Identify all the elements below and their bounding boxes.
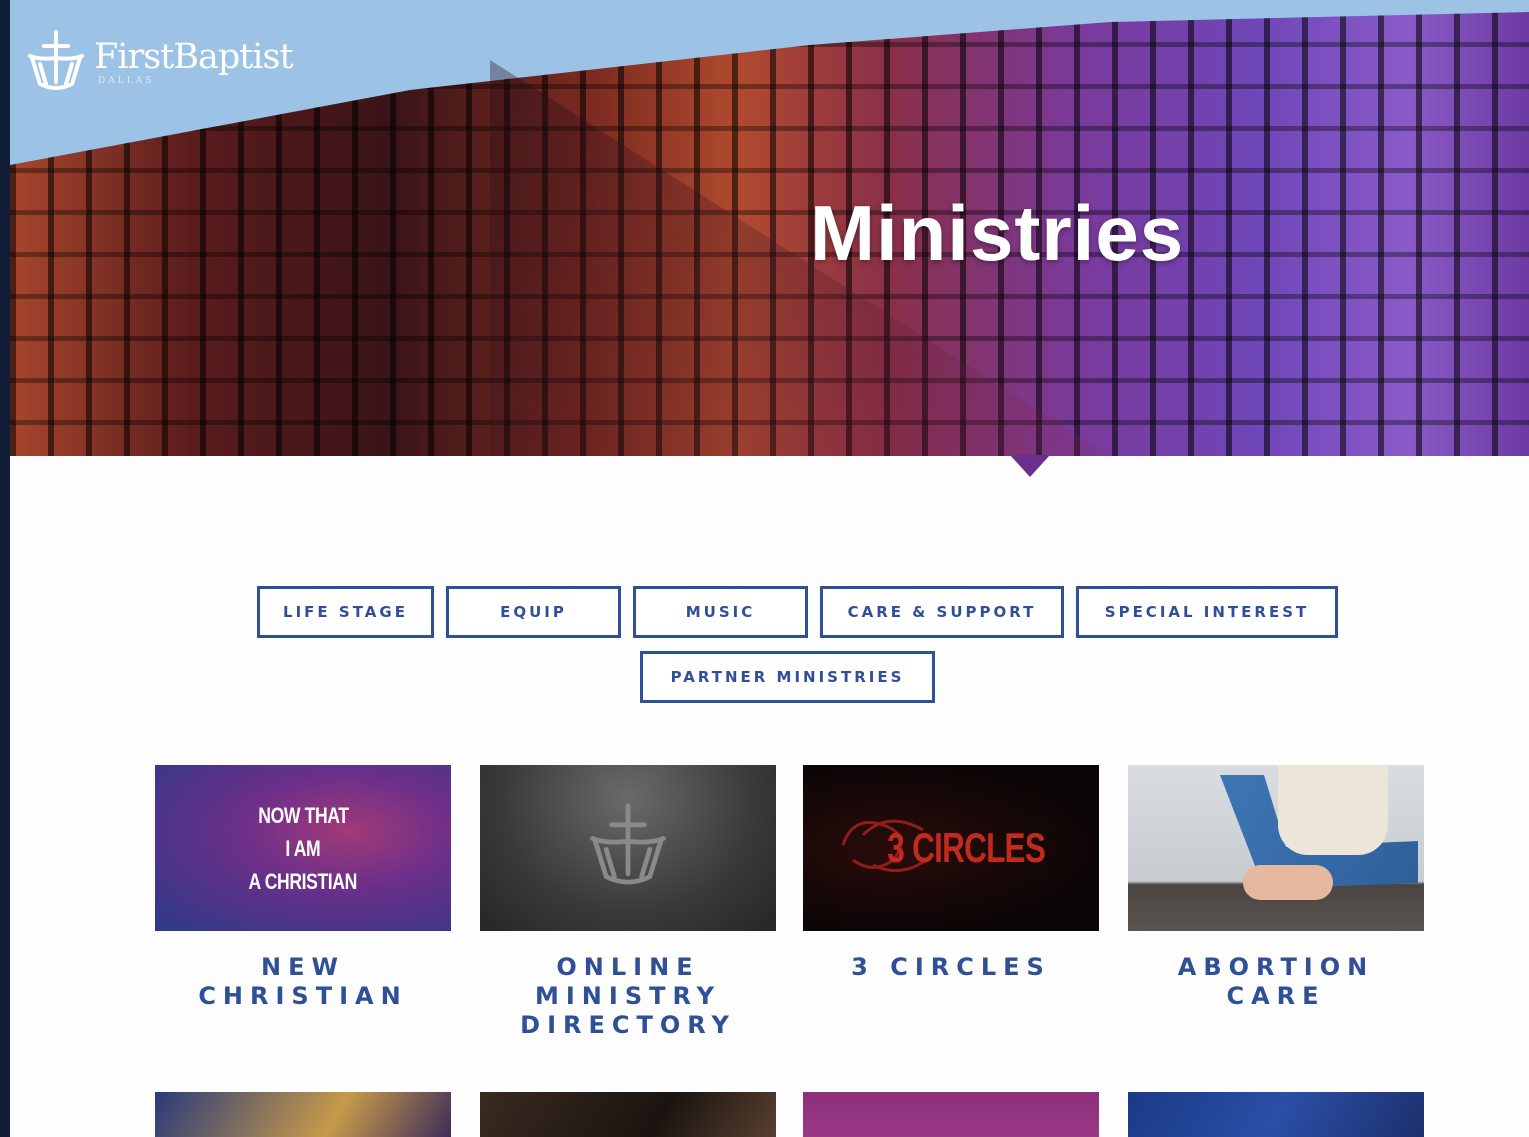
filter-row: LIFE STAGE EQUIP MUSIC CARE & SUPPORT SP… (66, 586, 1529, 638)
page-title: Ministries (810, 189, 1185, 277)
ministry-filter-bar: LIFE STAGE EQUIP MUSIC CARE & SUPPORT SP… (10, 586, 1529, 716)
card-image (480, 1092, 776, 1137)
card-new-christian[interactable]: NOW THAT I AM A CHRISTIAN NEW CHRISTIAN (155, 765, 451, 1011)
card-image: 3 CIRCLES (803, 765, 1099, 931)
card-label: 3 CIRCLES (851, 953, 1051, 981)
card-label: NEW CHRISTIAN (198, 953, 408, 1010)
filter-partner-ministries-button[interactable]: PARTNER MINISTRIES (640, 651, 935, 703)
filter-music-button[interactable]: MUSIC (633, 586, 808, 638)
card-image (803, 1092, 1099, 1137)
logo-name: FirstBaptist (94, 37, 294, 77)
hero-notch (1010, 455, 1050, 477)
card-image (480, 765, 776, 931)
card-image: NOW THAT I AM A CHRISTIAN (155, 765, 451, 931)
card-partial[interactable] (803, 1092, 1099, 1137)
filter-equip-button[interactable]: EQUIP (446, 586, 621, 638)
filter-care-support-button[interactable]: CARE & SUPPORT (820, 586, 1064, 638)
logo-subtitle: DALLAS (98, 76, 155, 86)
page-frame: FirstBaptist DALLAS Ministries LIFE STAG… (10, 0, 1529, 1137)
filter-life-stage-button[interactable]: LIFE STAGE (257, 586, 434, 638)
card-online-ministry-directory[interactable]: ONLINE MINISTRY DIRECTORY (480, 765, 776, 1040)
card-label: ONLINE MINISTRY DIRECTORY (520, 953, 736, 1039)
card-image (155, 1092, 451, 1137)
filter-special-interest-button[interactable]: SPECIAL INTEREST (1076, 586, 1338, 638)
card-image (1128, 765, 1424, 931)
cross-ship-icon (28, 30, 84, 90)
card-partial[interactable] (1128, 1092, 1424, 1137)
filter-row: PARTNER MINISTRIES (46, 651, 1529, 703)
card-label: ABORTION CARE (1177, 953, 1375, 1010)
card-partial[interactable] (155, 1092, 451, 1137)
hero-banner: FirstBaptist DALLAS Ministries (10, 0, 1529, 456)
cross-ship-icon (590, 803, 666, 885)
card-3-circles[interactable]: 3 CIRCLES 3 CIRCLES (803, 765, 1099, 982)
card-image (1128, 1092, 1424, 1137)
card-abortion-care[interactable]: ABORTION CARE (1128, 765, 1424, 1011)
card-partial[interactable] (480, 1092, 776, 1137)
site-logo[interactable]: FirstBaptist DALLAS (26, 28, 294, 98)
